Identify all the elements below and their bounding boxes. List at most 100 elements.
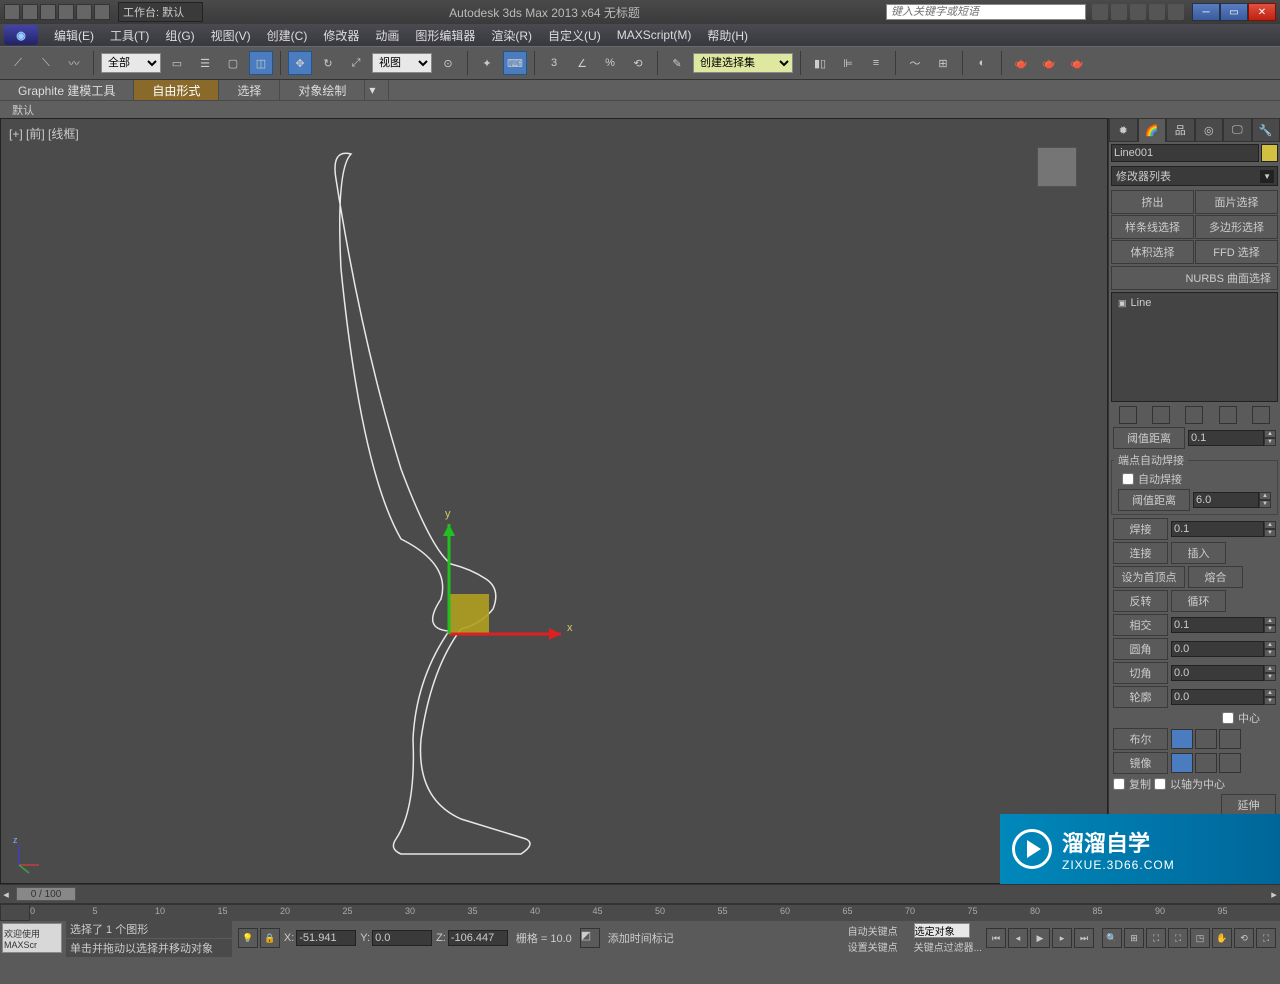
selection-filter[interactable]: 全部: [101, 53, 161, 73]
menu-modifiers[interactable]: 修改器: [315, 25, 367, 46]
minimize-button[interactable]: ─: [1192, 3, 1220, 21]
ribbon-tab-graphite[interactable]: Graphite 建模工具: [0, 80, 134, 100]
fillet-button[interactable]: 圆角: [1113, 638, 1168, 660]
spinner-snap-icon[interactable]: ⟲: [626, 51, 650, 75]
spin-up-icon[interactable]: ▲: [1264, 430, 1276, 438]
fov-icon[interactable]: ◳: [1190, 928, 1210, 948]
fillet-field[interactable]: [1171, 641, 1264, 657]
exchange-icon[interactable]: [1130, 4, 1146, 20]
configure-sets-icon[interactable]: [1252, 406, 1270, 424]
unlink-icon[interactable]: ⟍: [34, 51, 58, 75]
mirror-button[interactable]: 镜像: [1113, 752, 1168, 774]
save-icon[interactable]: [40, 4, 56, 20]
outline-button[interactable]: 轮廓: [1113, 686, 1168, 708]
curve-editor-icon[interactable]: 〜: [903, 51, 927, 75]
goto-end-icon[interactable]: ⏭: [1074, 928, 1094, 948]
menu-maxscript[interactable]: MAXScript(M): [609, 26, 700, 44]
named-selection-sets[interactable]: 创建选择集: [693, 53, 793, 73]
ribbon-expand-icon[interactable]: ▾: [365, 80, 389, 100]
sel-lock-icon[interactable]: 💡: [238, 928, 258, 948]
zoom-extents-icon[interactable]: ⛶: [1146, 928, 1166, 948]
spin-down-icon[interactable]: ▼: [1264, 438, 1276, 446]
scale-icon[interactable]: ⤢: [344, 51, 368, 75]
search-input[interactable]: [887, 5, 1085, 19]
menu-rendering[interactable]: 渲染(R): [483, 25, 540, 46]
make-unique-icon[interactable]: [1185, 406, 1203, 424]
menu-graph-editors[interactable]: 图形编辑器: [407, 25, 483, 46]
menu-views[interactable]: 视图(V): [203, 25, 259, 46]
time-slider[interactable]: ◂ 0 / 100 ▸: [0, 885, 1280, 903]
move-icon[interactable]: ✥: [288, 51, 312, 75]
connect-button[interactable]: 连接: [1113, 542, 1168, 564]
mini-curve-icon[interactable]: [0, 904, 30, 921]
menu-edit[interactable]: 编辑(E): [46, 25, 102, 46]
create-tab-icon[interactable]: ✹: [1109, 118, 1138, 142]
pan-icon[interactable]: ✋: [1212, 928, 1232, 948]
weld-field[interactable]: [1171, 521, 1264, 537]
menu-customize[interactable]: 自定义(U): [540, 25, 609, 46]
comm-center-icon[interactable]: ◩: [580, 928, 600, 948]
utilities-tab-icon[interactable]: 🔧: [1252, 118, 1280, 142]
close-button[interactable]: ✕: [1248, 3, 1276, 21]
bool-sub-icon[interactable]: [1195, 729, 1217, 749]
lock-icon[interactable]: 🔒: [260, 928, 280, 948]
open-icon[interactable]: [22, 4, 38, 20]
bind-spacewarp-icon[interactable]: 〰: [62, 51, 86, 75]
patch-select-button[interactable]: 面片选择: [1195, 190, 1278, 214]
align-icon[interactable]: ⊫: [836, 51, 860, 75]
add-time-tag[interactable]: 添加时间标记: [600, 930, 682, 946]
threshold-field[interactable]: [1188, 430, 1264, 446]
object-color-swatch[interactable]: [1261, 144, 1278, 162]
bool-int-icon[interactable]: [1219, 729, 1241, 749]
search-box[interactable]: [886, 4, 1086, 20]
keyboard-shortcut-icon[interactable]: ⌨: [503, 51, 527, 75]
gizmo-x-arrow[interactable]: [549, 628, 561, 640]
new-icon[interactable]: [4, 4, 20, 20]
menu-group[interactable]: 组(G): [157, 25, 202, 46]
nurbs-button[interactable]: NURBS 曲面选择: [1111, 266, 1278, 290]
hierarchy-tab-icon[interactable]: 品: [1166, 118, 1195, 142]
intersect-button[interactable]: 相交: [1113, 614, 1168, 636]
threshold2-field[interactable]: [1193, 492, 1259, 508]
center-checkbox[interactable]: [1222, 712, 1234, 724]
viewport[interactable]: [+] [前] [线框] x y z: [0, 118, 1108, 884]
autokey-button[interactable]: 自动关键点: [848, 923, 912, 938]
schematic-view-icon[interactable]: ⊞: [931, 51, 955, 75]
maximize-button[interactable]: ▭: [1220, 3, 1248, 21]
prev-frame-icon[interactable]: ◂: [1008, 928, 1028, 948]
orbit-icon[interactable]: ⟲: [1234, 928, 1254, 948]
zoom-all-icon[interactable]: ⊞: [1124, 928, 1144, 948]
favorite-icon[interactable]: [1149, 4, 1165, 20]
menu-create[interactable]: 创建(C): [259, 25, 316, 46]
window-crossing-icon[interactable]: ◫: [249, 51, 273, 75]
autoweld-checkbox[interactable]: [1122, 473, 1134, 485]
search-icon[interactable]: [1092, 4, 1108, 20]
zoom-extents-all-icon[interactable]: ⛶: [1168, 928, 1188, 948]
workspace-selector[interactable]: 工作台: 默认: [118, 2, 203, 22]
extrude-button[interactable]: 挤出: [1111, 190, 1194, 214]
time-slider-right-icon[interactable]: ▸: [1268, 888, 1280, 901]
remove-modifier-icon[interactable]: [1219, 406, 1237, 424]
gizmo-y-arrow[interactable]: [443, 524, 455, 536]
boolean-button[interactable]: 布尔: [1113, 728, 1168, 750]
rotate-icon[interactable]: ↻: [316, 51, 340, 75]
reverse-button[interactable]: 反转: [1113, 590, 1168, 612]
coord-z-field[interactable]: [448, 930, 508, 946]
show-end-result-icon[interactable]: [1152, 406, 1170, 424]
mirror-h-icon[interactable]: [1171, 753, 1193, 773]
outline-field[interactable]: [1171, 689, 1264, 705]
layers-icon[interactable]: ≡: [864, 51, 888, 75]
coord-y-field[interactable]: [372, 930, 432, 946]
poly-select-button[interactable]: 多边形选择: [1195, 215, 1278, 239]
max-toggle-icon[interactable]: ⛶: [1256, 928, 1276, 948]
ribbon-tab-selection[interactable]: 选择: [219, 80, 280, 100]
object-name-field[interactable]: [1111, 144, 1259, 162]
project-icon[interactable]: [94, 4, 110, 20]
extend-button[interactable]: 延伸: [1221, 794, 1276, 816]
rect-region-icon[interactable]: ▢: [221, 51, 245, 75]
redo-icon[interactable]: [76, 4, 92, 20]
play-icon[interactable]: ▶: [1030, 928, 1050, 948]
about-axis-checkbox[interactable]: [1154, 778, 1166, 790]
select-object-icon[interactable]: ▭: [165, 51, 189, 75]
named-sets-edit-icon[interactable]: ✎: [665, 51, 689, 75]
